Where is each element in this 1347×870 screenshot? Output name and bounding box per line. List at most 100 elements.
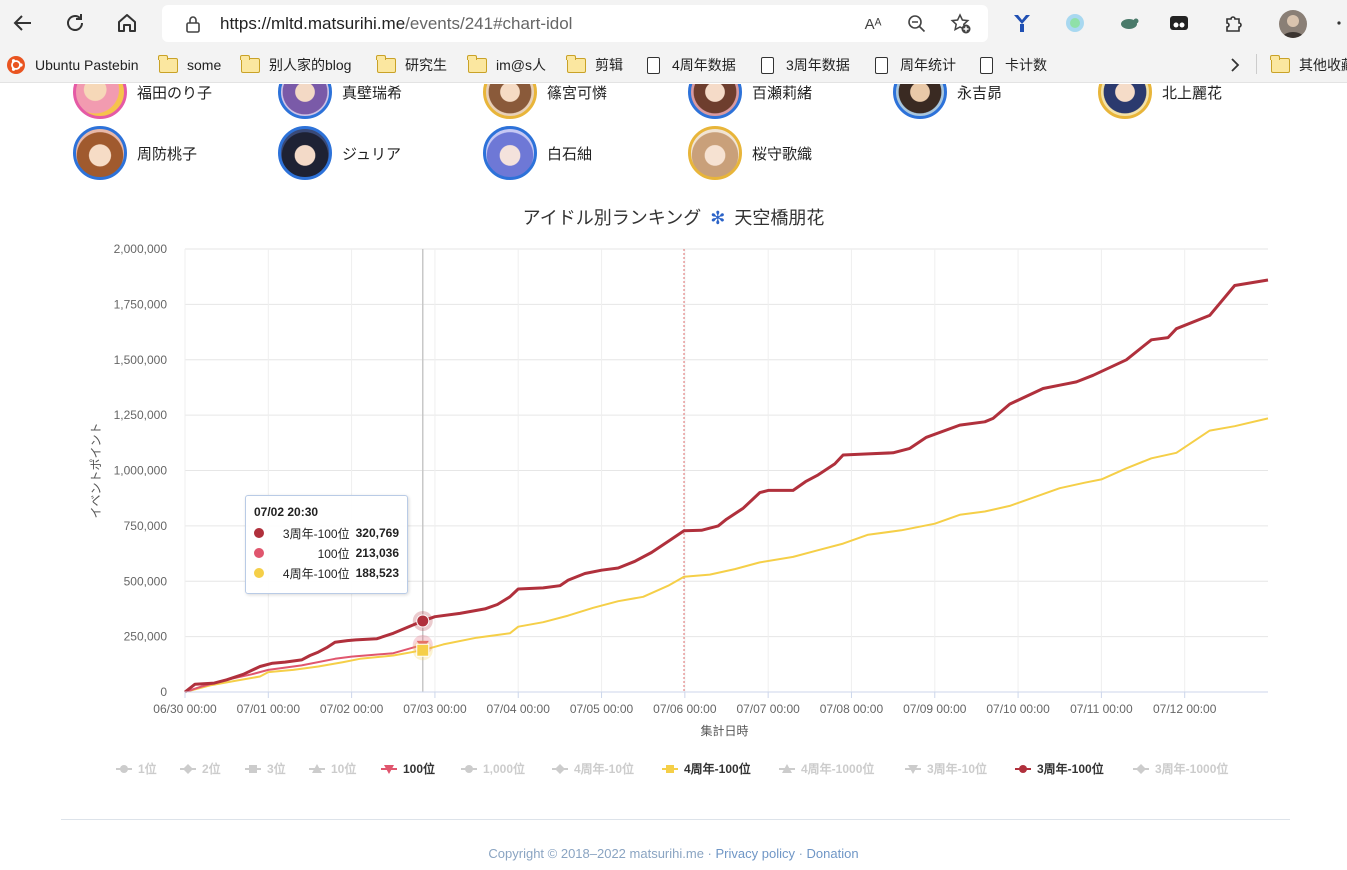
x-tick-label: 07/08 00:00 (820, 702, 884, 716)
document-icon (643, 56, 663, 74)
read-aloud-icon[interactable]: Aᴬ (862, 13, 884, 35)
bookmark-label: 4周年数据 (672, 57, 736, 73)
footer: Copyright © 2018–2022 matsurihi.me · Pri… (0, 846, 1347, 861)
x-tick-label: 07/09 00:00 (903, 702, 967, 716)
legend-item[interactable]: 3周年-1000位 (1133, 760, 1228, 777)
legend-item[interactable]: 3周年-100位 (1015, 760, 1104, 777)
zoom-out-icon[interactable] (906, 13, 928, 35)
bookmark-folder-other[interactable]: 其他收藏 (1269, 54, 1347, 76)
y-tick-label: 1,000,000 (114, 464, 168, 478)
bookmarks-divider (1256, 54, 1257, 74)
tooltip-time: 07/02 20:30 (254, 505, 319, 519)
refresh-icon (67, 14, 83, 31)
folder-icon (565, 54, 586, 74)
privacy-policy-link[interactable]: Privacy policy (716, 846, 795, 861)
url-host: https://mltd.matsurihi.me (220, 14, 406, 33)
legend-item[interactable]: 2位 (180, 760, 221, 777)
legend-triangle-down-icon (905, 764, 921, 774)
y-axis-title: イベントポイント (89, 422, 103, 518)
legend-label: 3位 (267, 762, 286, 776)
legend-circle-icon (461, 764, 477, 773)
legend-item[interactable]: 4周年-100位 (662, 760, 751, 777)
extension-circle-icon[interactable] (1062, 10, 1088, 36)
legend-circle-icon (116, 764, 132, 773)
profile-avatar[interactable] (1279, 10, 1307, 38)
legend-triangle-down-icon (381, 764, 397, 774)
legend-label: 4周年-100位 (684, 762, 751, 776)
bookmark-label: 研究生 (405, 57, 447, 73)
chart-tooltip: 07/02 20:30 3周年-100位 320,769 100位 213,03… (245, 495, 408, 594)
bookmark-anniversary-stats[interactable]: 周年统计 (871, 54, 956, 76)
x-tick-label: 07/04 00:00 (487, 702, 551, 716)
bookmark-card-count[interactable]: 卡计数 (976, 54, 1047, 76)
x-tick-label: 07/07 00:00 (736, 702, 800, 716)
add-favorite-icon[interactable] (950, 13, 972, 35)
legend-item[interactable]: 1位 (116, 760, 157, 777)
lock-icon[interactable] (182, 13, 204, 35)
extensions-puzzle-icon[interactable] (1220, 10, 1246, 36)
refresh-button[interactable] (60, 8, 90, 38)
bookmark-folder-some[interactable]: some (157, 54, 221, 76)
folder-icon (157, 54, 178, 74)
bookmark-ubuntu-pastebin[interactable]: Ubuntu Pastebin (6, 54, 139, 76)
tooltip-series-value: 188,523 (355, 566, 399, 580)
legend-item[interactable]: 4周年-1000位 (779, 760, 874, 777)
bookmark-4th-anniversary-data[interactable]: 4周年数据 (643, 54, 736, 76)
extension-y-icon[interactable] (1009, 10, 1035, 36)
legend-item[interactable]: 1,000位 (461, 760, 525, 777)
tooltip-series-name: 4周年-100位 (282, 566, 350, 581)
folder-icon (239, 54, 260, 74)
legend-diamond-icon (180, 763, 196, 774)
chevron-right-icon (1231, 58, 1240, 72)
url-path: /events/241#chart-idol (405, 14, 573, 33)
bookmark-folder-blog[interactable]: 别人家的blog (239, 54, 352, 76)
legend-item[interactable]: 4周年-10位 (552, 760, 634, 777)
tooltip-row: 3周年-100位 320,769 (254, 523, 399, 543)
bookmark-3rd-anniversary-data[interactable]: 3周年数据 (757, 54, 850, 76)
legend-item[interactable]: 10位 (309, 760, 356, 777)
legend-item[interactable]: 3周年-10位 (905, 760, 987, 777)
footer-divider (61, 819, 1290, 820)
home-button[interactable] (112, 8, 142, 38)
legend-diamond-icon (1133, 763, 1149, 774)
x-tick-label: 06/30 00:00 (153, 702, 217, 716)
document-icon (976, 56, 996, 74)
bookmarks-overflow-button[interactable] (1228, 54, 1242, 76)
x-axis-title: 集計日時 (700, 723, 748, 738)
x-tick-label: 07/12 00:00 (1153, 702, 1217, 716)
legend-item[interactable]: 3位 (245, 760, 286, 777)
extension-turtle-icon[interactable] (1116, 10, 1142, 36)
hover-point (416, 643, 430, 657)
extension-glasses-icon[interactable] (1166, 10, 1192, 36)
chart-series (184, 278, 1269, 694)
more-options-icon[interactable] (1332, 10, 1346, 36)
legend-label: 10位 (331, 762, 357, 776)
legend-triangle-icon (779, 763, 795, 773)
legend-label: 3周年-100位 (1037, 762, 1104, 776)
bookmark-label: 别人家的blog (269, 57, 352, 73)
url-text[interactable]: https://mltd.matsurihi.me/events/241#cha… (220, 14, 572, 34)
ubuntu-icon (6, 56, 26, 74)
chart-hover-points (412, 610, 433, 661)
legend-square-icon (245, 764, 261, 773)
bookmark-folder-editing[interactable]: 剪辑 (565, 54, 623, 76)
legend-label: 3周年-1000位 (1155, 762, 1229, 776)
ranking-line-chart[interactable]: 0 250,000 500,000 750,000 1,000,000 1,250,000… (0, 84, 1347, 764)
legend-triangle-icon (309, 763, 325, 773)
x-tick-label: 07/05 00:00 (570, 702, 634, 716)
bookmarks-bar: Ubuntu Pastebin some 别人家的blog 研究生 im@s人 … (0, 47, 1347, 83)
bookmark-folder-imas[interactable]: im@s人 (466, 54, 546, 76)
series-dot (254, 568, 264, 578)
series-line-0 (184, 278, 1269, 694)
donation-link[interactable]: Donation (807, 846, 859, 861)
copyright-text: Copyright © 2018–2022 matsurihi.me (488, 846, 704, 861)
legend-square-icon (662, 764, 678, 773)
address-bar[interactable]: https://mltd.matsurihi.me/events/241#cha… (162, 5, 988, 42)
legend-item[interactable]: 100位 (381, 760, 435, 777)
bookmark-label: 剪辑 (595, 57, 623, 73)
back-button[interactable] (8, 8, 38, 38)
document-icon (757, 56, 777, 74)
bookmark-folder-graduate[interactable]: 研究生 (375, 54, 447, 76)
page-content: 福田のり子 真壁瑞希 篠宮可憐 百瀬莉緒 永吉昴 北上麗花 周防桃子 ジュリア … (0, 84, 1347, 870)
hover-point (416, 614, 430, 628)
